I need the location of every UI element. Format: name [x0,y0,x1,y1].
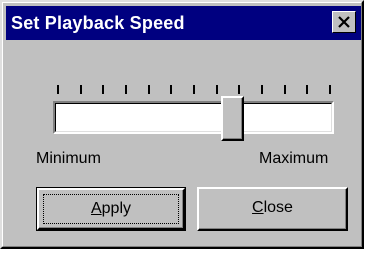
slider-tick [80,85,82,94]
close-mnemonic: C [252,199,264,216]
apply-mnemonic: A [90,200,102,217]
slider-tick [170,85,172,94]
slider-track[interactable] [53,101,334,134]
slider-tick [148,85,150,94]
slider-tick [261,85,263,94]
window-frame: Set Playback Speed Minimum Maximum Apply [2,2,362,247]
slider-tick [238,85,240,94]
slider-tick [102,85,104,94]
close-window-button[interactable] [332,11,356,33]
window-title: Set Playback Speed [11,13,185,33]
playback-speed-dialog: Set Playback Speed Minimum Maximum Apply [0,0,364,249]
slider-max-label: Maximum [259,150,329,167]
slider-tick [329,85,331,94]
slider-min-label: Minimum [36,150,101,167]
apply-button-label: Apply [90,200,132,217]
slider-tick [306,85,308,94]
slider-tick [284,85,286,94]
close-button[interactable]: Close [197,187,348,231]
slider-thumb[interactable] [221,96,244,141]
apply-button[interactable]: Apply [36,187,186,231]
slider-tick [57,85,59,94]
slider-tick [216,85,218,94]
slider-tick [125,85,127,94]
close-button-label: Close [252,199,293,216]
close-x-icon [338,16,350,28]
slider-tick-marks [53,85,331,95]
titlebar[interactable]: Set Playback Speed [6,6,361,40]
slider-tick [193,85,195,94]
